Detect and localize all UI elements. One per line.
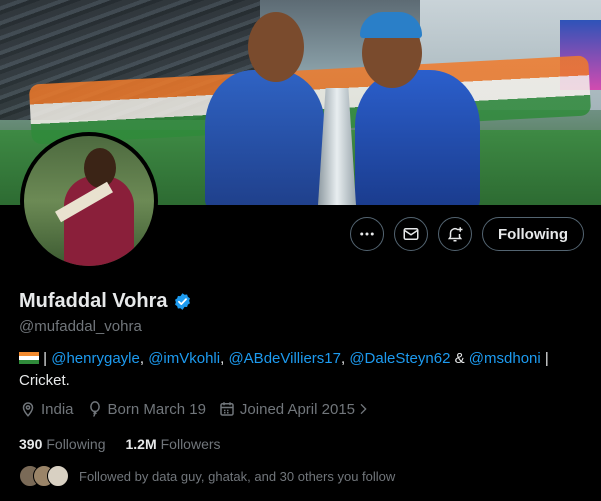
followers-count: 1.2M <box>125 436 157 452</box>
mention-link[interactable]: @imVkohli <box>148 350 220 367</box>
mention-link[interactable]: @henrygayle <box>51 350 140 367</box>
following-count-link[interactable]: 390 Following <box>19 436 106 452</box>
banner-cap <box>360 12 422 38</box>
bio-separator: | <box>39 350 52 367</box>
message-button[interactable] <box>394 217 428 251</box>
bio-line2: Cricket. <box>19 372 70 389</box>
birthday-item: Born March 19 <box>86 400 206 418</box>
followed-by-row[interactable]: Followed by data guy, ghatak, and 30 oth… <box>19 465 395 487</box>
profile-meta: India Born March 19 Joined April 2015 <box>19 400 387 418</box>
mention-link[interactable]: @msdhoni <box>469 350 541 367</box>
profile-handle: @mufaddal_vohra <box>19 318 142 335</box>
mention-link[interactable]: @ABdeVilliers17 <box>228 350 341 367</box>
banner-head-left <box>248 12 304 82</box>
joined-text: Joined April 2015 <box>239 400 356 418</box>
profile-bio: | @henrygayle, @imVkohli, @ABdeVilliers1… <box>19 348 579 392</box>
bio-separator: | <box>540 350 549 367</box>
avatar-face <box>84 148 116 188</box>
balloon-icon <box>89 401 100 417</box>
mention-link[interactable]: @DaleSteyn62 <box>349 350 450 367</box>
banner-player-right <box>355 70 480 205</box>
bell-plus-icon <box>447 227 463 242</box>
india-flag-icon <box>19 352 39 364</box>
following-count: 390 <box>19 436 43 452</box>
mail-icon <box>403 228 419 240</box>
following-label: Following <box>46 436 106 452</box>
calendar-icon <box>220 402 234 416</box>
birthday-text: Born March 19 <box>107 400 206 418</box>
bio-amp: & <box>450 350 469 367</box>
follow-counts: 390 Following 1.2M Followers <box>19 436 241 452</box>
more-button[interactable] <box>350 217 384 251</box>
location-icon <box>22 402 34 417</box>
more-icon <box>360 232 374 236</box>
followers-count-link[interactable]: 1.2M Followers <box>126 436 221 452</box>
followers-label: Followers <box>160 436 221 452</box>
location-text: India <box>41 400 74 418</box>
verified-icon[interactable] <box>173 292 192 311</box>
mutual-avatars <box>19 465 69 487</box>
profile-avatar[interactable] <box>20 132 158 270</box>
followed-by-text: Followed by data guy, ghatak, and 30 oth… <box>79 468 396 484</box>
bio-comma: , <box>139 350 149 367</box>
banner-player-left <box>205 70 325 205</box>
profile-name: Mufaddal Vohra <box>19 290 168 312</box>
location-item: India <box>19 400 74 418</box>
notify-button[interactable] <box>438 217 472 251</box>
profile-name-row: Mufaddal Vohra <box>19 290 192 313</box>
avatar <box>47 465 69 487</box>
joined-item[interactable]: Joined April 2015 <box>218 400 375 418</box>
following-button[interactable]: Following <box>482 217 584 251</box>
chevron-right-icon <box>360 403 367 415</box>
